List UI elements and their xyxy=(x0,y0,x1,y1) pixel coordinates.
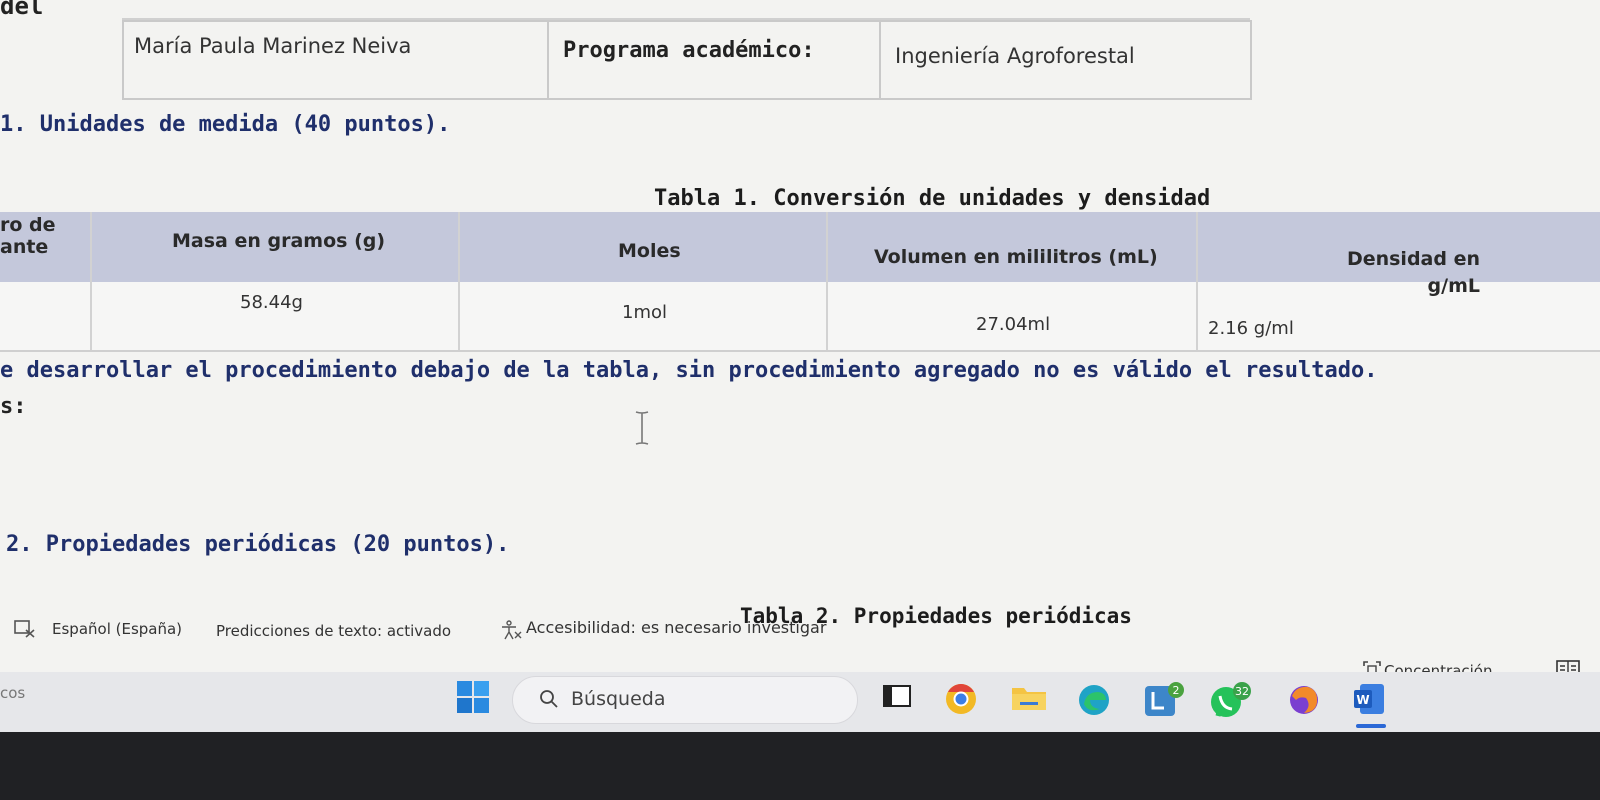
header-fragment: del xyxy=(0,0,44,20)
header-moles[interactable]: Moles xyxy=(618,240,681,262)
text-predictions-status[interactable]: Predicciones de texto: activado xyxy=(216,622,451,640)
cell-moles[interactable]: 1mol xyxy=(622,302,667,323)
whatsapp-icon[interactable]: 32 xyxy=(1208,682,1254,722)
section-1-title: 1. Unidades de medida (40 puntos). xyxy=(0,112,451,137)
word-document-window: del María Paula Marinez Neiva Programa a… xyxy=(0,0,1600,800)
accessibility-status[interactable]: Accesibilidad: es necesario investigar xyxy=(526,618,826,637)
header-volume[interactable]: Volumen en mililitros (mL) xyxy=(874,246,1158,268)
cell-mass[interactable]: 58.44g xyxy=(240,292,303,313)
file-explorer-icon[interactable] xyxy=(1010,682,1048,712)
active-app-indicator xyxy=(1356,724,1386,728)
program-label-cell[interactable]: Programa académico: xyxy=(547,22,879,98)
student-name-cell[interactable]: María Paula Marinez Neiva xyxy=(122,22,547,98)
search-placeholder: Búsqueda xyxy=(571,688,666,710)
accessibility-icon[interactable] xyxy=(500,620,522,640)
firefox-icon[interactable] xyxy=(1286,682,1322,718)
svg-text:W: W xyxy=(1356,693,1369,707)
table-1: ro de ante Masa en gramos (g) Moles Volu… xyxy=(0,212,1600,372)
monitor-bezel xyxy=(0,732,1600,800)
table-1-first-col-header[interactable]: ro de ante xyxy=(0,214,56,258)
search-icon xyxy=(540,690,558,708)
chrome-icon[interactable] xyxy=(944,682,978,716)
whatsapp-badge-count: 32 xyxy=(1235,685,1249,698)
status-bar: Español (España) Predicciones de texto: … xyxy=(0,618,1600,670)
start-button-icon[interactable] xyxy=(456,680,490,714)
program-value-cell[interactable]: Ingeniería Agroforestal xyxy=(879,22,1250,98)
cell-volume[interactable]: 27.04ml xyxy=(976,314,1050,335)
section-2-title: 2. Propiedades periódicas (20 puntos). xyxy=(6,532,510,557)
word-icon[interactable]: W xyxy=(1352,682,1386,718)
student-name: María Paula Marinez Neiva xyxy=(134,34,412,58)
edge-icon[interactable] xyxy=(1076,682,1112,718)
task-view-icon[interactable] xyxy=(882,682,916,712)
taskbar-fragment: cos xyxy=(0,684,26,702)
program-label: Programa académico: xyxy=(563,38,815,63)
text-cursor-icon xyxy=(635,411,649,445)
header-density[interactable]: Densidad en g/mL xyxy=(1320,246,1480,300)
app-icon-l[interactable]: 2 xyxy=(1144,682,1186,718)
language-status[interactable]: Español (España) xyxy=(52,620,182,638)
table-1-caption: Tabla 1. Conversión de unidades y densid… xyxy=(654,186,1211,211)
header-mass[interactable]: Masa en gramos (g) xyxy=(172,230,385,252)
answer-label: s: xyxy=(0,394,27,419)
taskbar-search[interactable]: Búsqueda xyxy=(512,676,858,724)
instruction-note: e desarrollar el procedimiento debajo de… xyxy=(0,358,1378,383)
student-info-table: María Paula Marinez Neiva Programa acadé… xyxy=(122,18,1252,100)
program-value: Ingeniería Agroforestal xyxy=(895,44,1135,68)
cell-density[interactable]: 2.16 g/ml xyxy=(1208,318,1294,339)
proofing-icon[interactable] xyxy=(14,620,36,638)
app-badge-count: 2 xyxy=(1173,684,1180,697)
